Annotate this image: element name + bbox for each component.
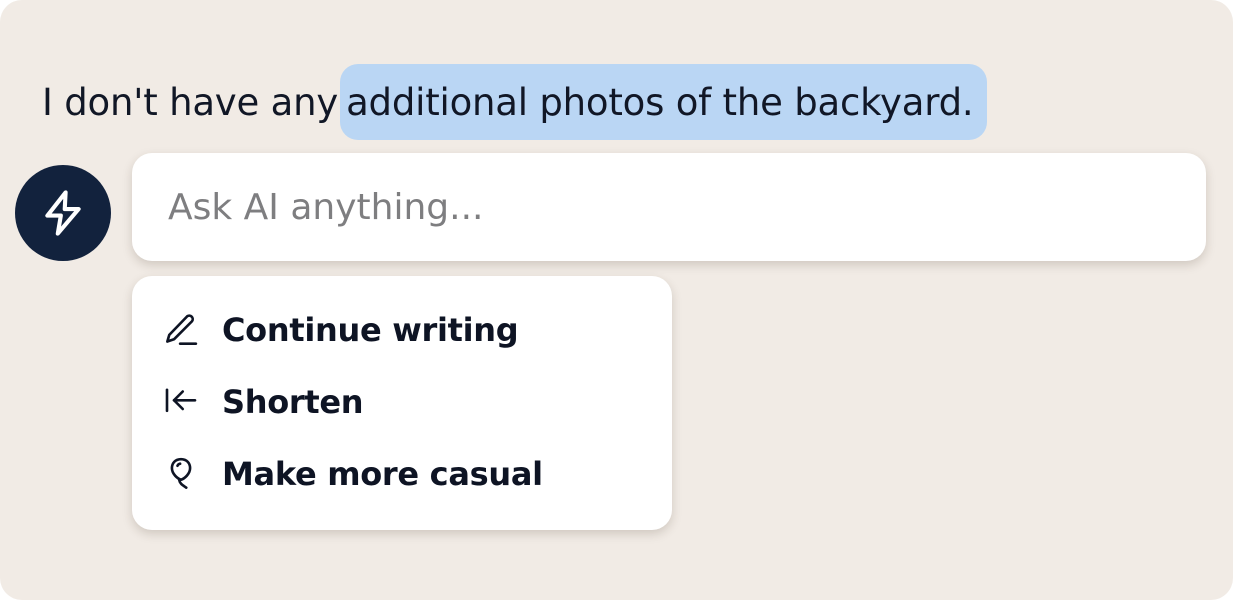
lightning-bolt-icon — [45, 190, 81, 236]
pencil-icon — [160, 309, 202, 351]
menu-item-shorten[interactable]: Shorten — [132, 366, 672, 438]
menu-item-continue-writing[interactable]: Continue writing — [132, 294, 672, 366]
menu-item-label: Shorten — [222, 383, 364, 421]
ask-ai-input[interactable] — [132, 153, 1206, 261]
sentence-text[interactable]: I don't have any — [42, 81, 342, 124]
editor-canvas: I don't have any additional photos of th… — [0, 0, 1233, 600]
menu-item-make-more-casual[interactable]: Make more casual — [132, 438, 672, 510]
document-sentence[interactable]: I don't have any additional photos of th… — [42, 64, 988, 140]
ask-ai-box[interactable] — [132, 153, 1206, 261]
menu-item-label: Make more casual — [222, 455, 543, 493]
menu-item-label: Continue writing — [222, 311, 519, 349]
ai-suggestions-menu: Continue writing Shorten Make more casua… — [132, 276, 672, 530]
selected-text[interactable]: additional photos of the backyard. — [340, 64, 988, 140]
arrow-left-to-bar-icon — [160, 381, 202, 423]
balloon-icon — [160, 453, 202, 495]
ai-badge[interactable] — [15, 165, 111, 261]
